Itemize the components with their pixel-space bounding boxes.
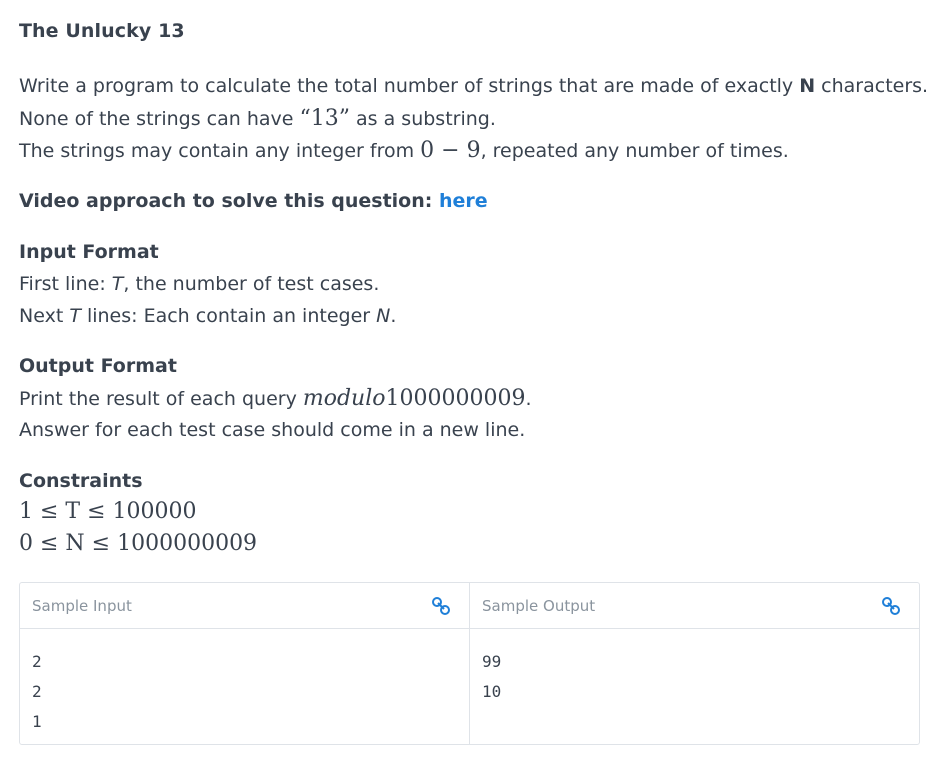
sample-input-header: Sample Input xyxy=(20,583,469,629)
input-text: lines: Each contain an integer xyxy=(80,305,377,327)
statement-line-3: The strings may contain any integer from… xyxy=(19,138,789,163)
input-text: First line: xyxy=(19,273,112,295)
link-icon[interactable] xyxy=(881,596,901,616)
statement-line-1: Write a program to calculate the total n… xyxy=(19,75,927,97)
sample-input-line: 2 xyxy=(32,682,42,701)
problem-title: The Unlucky 13 xyxy=(19,20,185,42)
constraint-1: 1 ≤ T ≤ 100000 xyxy=(19,499,197,524)
output-format-line-2: Answer for each test case should come in… xyxy=(19,419,526,441)
sample-input-line: 2 xyxy=(32,652,42,671)
sample-input-line: 1 xyxy=(32,712,42,731)
statement-text: characters. xyxy=(815,75,927,97)
output-format-heading: Output Format xyxy=(19,355,177,377)
sample-output-panel: Sample Output 99 10 xyxy=(469,583,919,744)
input-var-t: T xyxy=(111,273,124,295)
sample-io-box: Sample Input 2 2 1 Sample Output 99 10 xyxy=(19,582,920,745)
sample-input-code: 2 2 1 xyxy=(32,647,42,737)
sample-output-title: Sample Output xyxy=(482,597,596,615)
statement-text: The strings may contain any integer from xyxy=(19,140,421,162)
sample-output-code: 99 10 xyxy=(482,647,501,707)
statement-math: “13” xyxy=(299,106,351,131)
statement-text: None of the strings can have xyxy=(19,108,300,130)
sample-output-line: 10 xyxy=(482,682,502,701)
input-text: , the number of test cases. xyxy=(123,273,380,295)
input-var-t: T xyxy=(69,305,81,327)
statement-text: Write a program to calculate the total n… xyxy=(19,75,800,97)
sample-input-title: Sample Input xyxy=(32,597,132,615)
input-format-line-2: Next T lines: Each contain an integer N. xyxy=(19,305,396,327)
output-math-number: 1000000009 xyxy=(385,386,526,411)
output-format-line-1: Print the result of each query modulo100… xyxy=(19,386,532,411)
video-approach: Video approach to solve this question: h… xyxy=(19,190,488,212)
sample-input-panel: Sample Input 2 2 1 xyxy=(20,583,469,744)
statement-math: 0 − 9 xyxy=(420,138,481,163)
input-format-heading: Input Format xyxy=(19,241,159,263)
statement-text: , repeated any number of times. xyxy=(480,140,789,162)
input-var-n: N xyxy=(376,305,391,327)
video-label: Video approach to solve this question: xyxy=(19,190,439,212)
constraint-2: 0 ≤ N ≤ 1000000009 xyxy=(19,531,258,556)
sample-output-line: 99 xyxy=(482,652,502,671)
input-text: Next xyxy=(19,305,70,327)
sample-output-header: Sample Output xyxy=(470,583,919,629)
constraints-heading: Constraints xyxy=(19,470,143,492)
input-format-line-1: First line: T, the number of test cases. xyxy=(19,273,379,295)
video-link[interactable]: here xyxy=(439,190,488,212)
statement-text: as a substring. xyxy=(350,108,496,130)
output-math-modulo: modulo xyxy=(302,386,386,411)
output-text: . xyxy=(525,388,532,410)
output-text: Print the result of each query xyxy=(19,388,303,410)
statement-line-2: None of the strings can have “13” as a s… xyxy=(19,106,496,131)
statement-var-n: N xyxy=(799,75,816,97)
input-text: . xyxy=(390,305,397,327)
link-icon[interactable] xyxy=(431,596,451,616)
